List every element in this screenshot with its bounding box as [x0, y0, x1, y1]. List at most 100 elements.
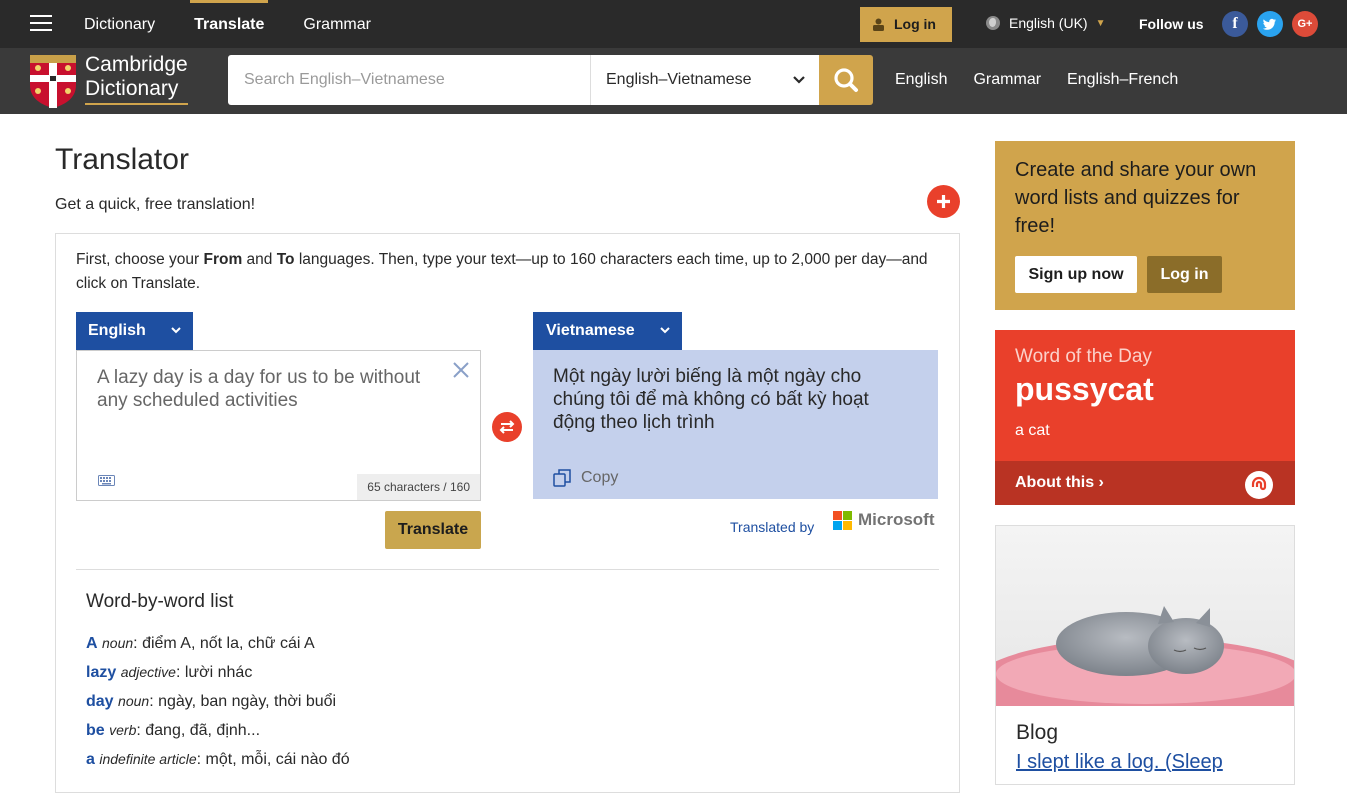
brand-line-2: Dictionary [85, 77, 179, 100]
follow-label: Follow us [1139, 16, 1204, 32]
from-language-select[interactable]: English [76, 312, 193, 350]
nav-translate[interactable]: Translate [190, 0, 269, 48]
top-bar: Dictionary Translate Grammar Log in Engl… [0, 0, 1347, 48]
header-link-grammar[interactable]: Grammar [973, 71, 1041, 89]
header-links: English Grammar English–French [895, 71, 1204, 89]
blog-post-link[interactable]: I slept like a log. (Sleep [1016, 751, 1223, 774]
sign-up-button[interactable]: Sign up now [1015, 256, 1137, 293]
header-link-english-french[interactable]: English–French [1067, 71, 1178, 89]
copy-icon [553, 469, 571, 487]
translate-button[interactable]: Translate [385, 511, 481, 549]
instructions-text-1: First, choose your [76, 251, 204, 268]
character-count: 65 characters / 160 [357, 474, 480, 500]
sleeping-kitten-image[interactable] [996, 526, 1294, 706]
part-of-speech: verb [109, 722, 137, 738]
list-item: a indefinite article: một, mỗi, cái nào … [86, 745, 350, 774]
promo-login-button[interactable]: Log in [1147, 256, 1222, 293]
page-subtitle: Get a quick, free translation! [55, 196, 256, 213]
login-button[interactable]: Log in [860, 7, 952, 42]
signup-promo: Create and share your own word lists and… [995, 141, 1295, 310]
add-to-list-button[interactable] [927, 185, 960, 218]
dictionary-select[interactable]: English–Vietnamese [590, 55, 819, 105]
word-by-word-title: Word-by-word list [86, 591, 234, 612]
word-by-word-list: A noun: điểm A, nốt la, chữ cái A lazy a… [86, 629, 350, 774]
search-icon [834, 68, 858, 92]
google-plus-icon[interactable]: G+ [1292, 11, 1318, 37]
wotd-footer: About this › [995, 461, 1295, 505]
source-text[interactable]: A lazy day is a day for us to be without… [97, 366, 447, 412]
word-link[interactable]: day [86, 693, 114, 710]
word-link[interactable]: be [86, 722, 105, 739]
user-icon [873, 18, 884, 31]
word-meaning: : ngày, ban ngày, thời buổi [149, 693, 337, 710]
chevron-down-icon [660, 327, 670, 334]
page-title: Translator [55, 143, 189, 176]
keyboard-icon[interactable] [98, 475, 115, 486]
wotd-word[interactable]: pussycat [1015, 371, 1154, 408]
top-nav: Dictionary Translate Grammar [84, 0, 410, 48]
search-button[interactable] [819, 55, 873, 105]
word-link[interactable]: A [86, 635, 98, 652]
globe-icon [986, 16, 1000, 30]
brand-underline [85, 103, 188, 105]
word-meaning: : đang, đã, định... [136, 722, 261, 739]
provider-name: Microsoft [858, 510, 935, 529]
divider [76, 569, 939, 570]
close-icon[interactable] [452, 361, 470, 379]
nav-dictionary[interactable]: Dictionary [84, 0, 155, 48]
to-language-select[interactable]: Vietnamese [533, 312, 682, 350]
word-meaning: : một, mỗi, cái nào đó [196, 751, 350, 768]
promo-text: Create and share your own word lists and… [1015, 159, 1257, 237]
instructions-to: To [276, 251, 295, 268]
word-meaning: : điểm A, nốt la, chữ cái A [133, 635, 315, 652]
swap-languages-button[interactable] [492, 412, 522, 442]
source-text-area[interactable]: A lazy day is a day for us to be without… [76, 350, 481, 501]
chevron-down-icon [171, 327, 181, 334]
part-of-speech: adjective [120, 664, 176, 680]
word-meaning: : lười nhác [175, 664, 253, 681]
language-label: English (UK) [1009, 15, 1088, 31]
from-language-label: English [88, 322, 146, 339]
word-link[interactable]: a [86, 751, 95, 768]
translation-output: Một ngày lười biếng là một ngày cho chún… [533, 350, 938, 499]
header-link-english[interactable]: English [895, 71, 947, 89]
part-of-speech: indefinite article [99, 751, 197, 767]
search-input[interactable] [228, 55, 590, 105]
list-item: day noun: ngày, ban ngày, thời buổi [86, 687, 350, 716]
list-item: A noun: điểm A, nốt la, chữ cái A [86, 629, 350, 658]
part-of-speech: noun [118, 693, 150, 709]
about-this-link[interactable]: About this › [1015, 474, 1104, 492]
stumbleupon-icon[interactable] [1245, 471, 1273, 499]
cambridge-crest-logo[interactable] [30, 55, 76, 108]
translated-by-label: Translated by [730, 519, 815, 535]
translation-text: Một ngày lười biếng là một ngày cho chún… [553, 366, 869, 433]
brand-name[interactable]: Cambridge Dictionary [85, 53, 188, 105]
menu-icon[interactable] [30, 15, 52, 33]
microsoft-logo[interactable]: Microsoft [833, 510, 935, 530]
part-of-speech: noun [102, 635, 134, 651]
to-language-label: Vietnamese [546, 322, 635, 339]
wotd-label: Word of the Day [1015, 346, 1152, 367]
dictionary-select-value: English–Vietnamese [606, 71, 752, 88]
blog-label: Blog [1016, 721, 1059, 744]
nav-grammar[interactable]: Grammar [303, 0, 371, 48]
chevron-down-icon: ▼ [1095, 17, 1106, 29]
instructions-text-2: and [242, 251, 277, 268]
word-of-the-day: Word of the Day pussycat a cat About thi… [995, 330, 1295, 505]
list-item: be verb: đang, đã, định... [86, 716, 350, 745]
search-box [228, 55, 590, 105]
list-item: lazy adjective: lười nhác [86, 658, 350, 687]
login-label: Log in [894, 16, 936, 32]
instructions: First, choose your From and To languages… [76, 248, 936, 296]
twitter-icon[interactable] [1257, 11, 1283, 37]
chevron-down-icon [793, 55, 805, 126]
blog-card: Blog I slept like a log. (Sleep [995, 525, 1295, 785]
copy-button[interactable]: Copy [553, 468, 618, 488]
word-link[interactable]: lazy [86, 664, 116, 681]
instructions-from: From [203, 251, 243, 268]
swap-icon [499, 420, 515, 434]
copy-label: Copy [581, 469, 619, 486]
language-selector[interactable]: English (UK) ▼ [986, 15, 1106, 31]
brand-line-1: Cambridge [85, 53, 188, 76]
facebook-icon[interactable]: f [1222, 11, 1248, 37]
